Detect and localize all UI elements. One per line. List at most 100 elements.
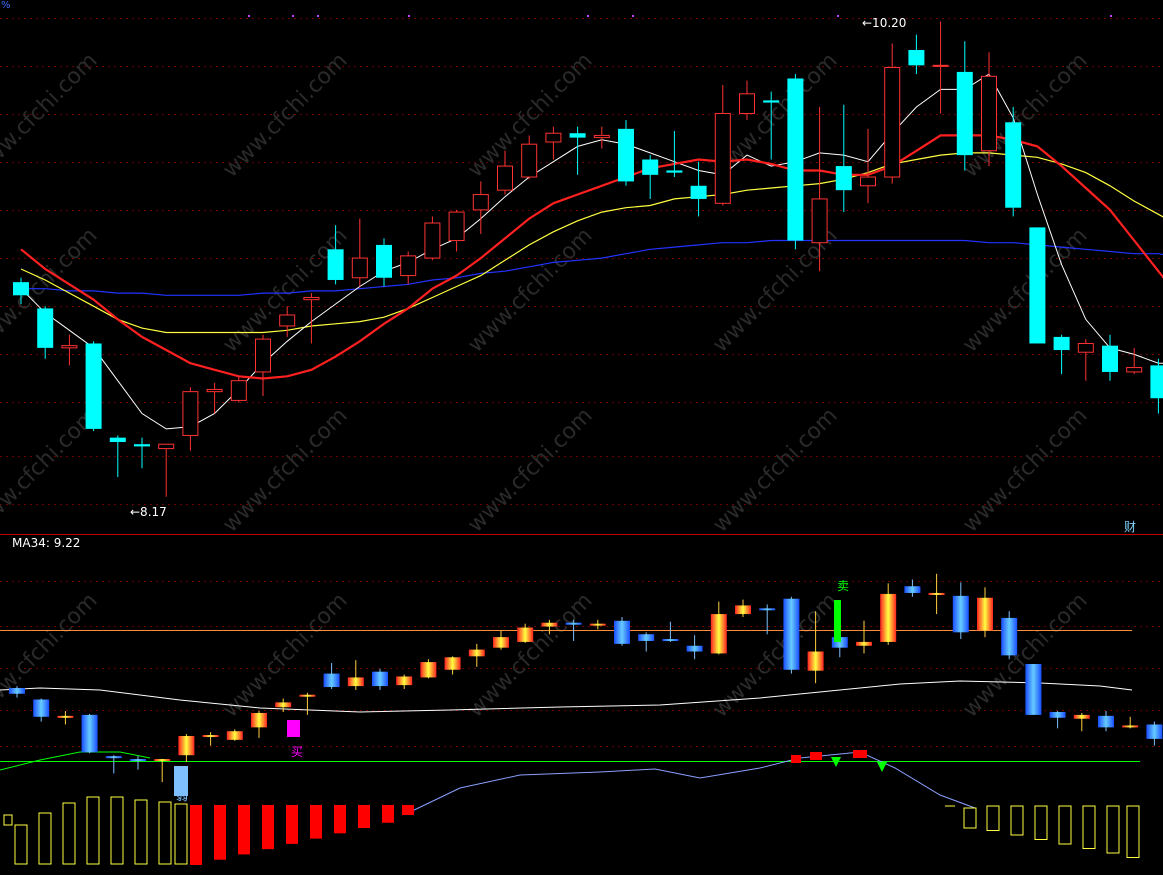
candle-body (642, 159, 659, 175)
candle-body (158, 443, 175, 450)
histogram-yellow-bar (38, 812, 52, 865)
signal-candle-body (662, 639, 679, 642)
candle-body (1077, 342, 1094, 353)
candle-body (134, 444, 150, 447)
watermark-text: www.cfchi.com (218, 403, 352, 537)
sell-label: 卖 (837, 579, 849, 593)
histogram-red-bar (262, 805, 274, 850)
histogram-red-bar (358, 805, 370, 829)
candle-body (376, 244, 392, 278)
histogram-yellow-bar (158, 801, 172, 865)
signal-candle-body (81, 714, 98, 753)
signal-candle-body (202, 735, 219, 738)
ma-mid-line (20, 134, 1163, 380)
high-price-label: ←10.20 (862, 16, 906, 30)
histogram-yellow-bar (963, 807, 977, 829)
signal-square (810, 752, 822, 760)
candle-body (13, 282, 29, 296)
signal-candle-body (323, 673, 340, 688)
signal-candle-body (952, 595, 969, 633)
watermark-text: www.cfchi.com (218, 48, 352, 182)
candle-body (908, 50, 925, 66)
candle-body (61, 345, 78, 349)
signal-candle-body (1001, 617, 1018, 656)
signal-candle-body (105, 756, 122, 759)
signal-candle-body (33, 699, 50, 717)
signal-candle-body (638, 634, 655, 641)
histogram-yellow-bar (1010, 805, 1024, 836)
candle-body (521, 143, 538, 178)
signal-candle-body (783, 598, 800, 670)
candle-body (787, 78, 804, 241)
histogram-yellow-bar (134, 799, 148, 865)
histogram-red-bar (286, 805, 298, 844)
candle-body (666, 170, 683, 173)
candle-body (1126, 367, 1143, 373)
signal-candle-body (396, 676, 413, 686)
signal-candle-body (251, 712, 267, 728)
signal-candle-body (299, 694, 316, 697)
candle-body (37, 308, 54, 348)
candle-body (835, 166, 852, 191)
signal-candle-body (1025, 664, 1042, 715)
signal-candle-body (928, 592, 945, 595)
signal-candle-body (347, 677, 364, 687)
signal-candle-body (589, 623, 606, 626)
histogram-red-bar (310, 805, 322, 839)
candle-body (351, 257, 368, 279)
histogram-yellow-bar (110, 796, 124, 865)
candle-body (182, 391, 199, 436)
signal-candle-body (710, 614, 727, 654)
candle-body (1029, 227, 1046, 344)
candle-body (1102, 345, 1118, 372)
signal-candle-body (614, 620, 630, 644)
candle-body (109, 437, 126, 443)
candle-body (424, 222, 441, 259)
signal-candle-body (178, 736, 195, 756)
histogram-yellow-bar (1082, 805, 1096, 849)
signal-candle-body (154, 759, 171, 762)
top-marker (587, 15, 589, 17)
signal-candle-body (493, 637, 509, 648)
histogram-yellow-bar (3, 814, 13, 826)
candle-body (206, 388, 223, 393)
histogram-yellow-bar (1058, 805, 1072, 845)
histogram-red-bar (334, 805, 346, 834)
watermark-text: www.cfchi.com (0, 48, 103, 182)
histogram-red-bar (190, 805, 202, 865)
histogram-yellow-bar (62, 802, 76, 865)
ma34-label: MA34: 9.22 (12, 536, 80, 550)
finance-tag[interactable]: 财 (1124, 520, 1136, 534)
candle-body (739, 93, 755, 115)
watermark-text: www.cfchi.com (958, 403, 1092, 537)
candle-body (303, 296, 320, 301)
histogram-yellow-bar (1034, 805, 1048, 840)
watermark-text: www.cfchi.com (463, 403, 597, 537)
histogram-red-bar (214, 805, 226, 860)
candle-body (327, 249, 344, 280)
watermark-text: www.cfchi.com (0, 588, 103, 722)
candle-body (1005, 122, 1022, 208)
signal-candle-body (686, 645, 703, 652)
signal-candle-body (904, 586, 921, 593)
buy-marker (287, 720, 300, 737)
candle-body (497, 165, 513, 191)
watermark-text: www.cfchi.com (463, 223, 597, 357)
signal-candle-body (1146, 724, 1163, 739)
candle-body (932, 64, 949, 67)
candle-body (1053, 336, 1070, 351)
signal-candle-body (880, 593, 897, 642)
candle-body (230, 380, 247, 401)
corner-tag: % (1, 0, 11, 11)
candle-body (690, 185, 707, 199)
top-marker (1110, 15, 1112, 17)
histogram-yellow-bar (174, 803, 188, 865)
signal-candle-body (57, 715, 74, 718)
candle-body (981, 75, 997, 152)
candle-body (85, 343, 102, 429)
candle-body (860, 176, 876, 187)
low-price-label: ←8.17 (130, 505, 167, 519)
candle-body (884, 67, 901, 178)
signal-candle-body (9, 688, 25, 694)
sell-marker (834, 600, 841, 642)
